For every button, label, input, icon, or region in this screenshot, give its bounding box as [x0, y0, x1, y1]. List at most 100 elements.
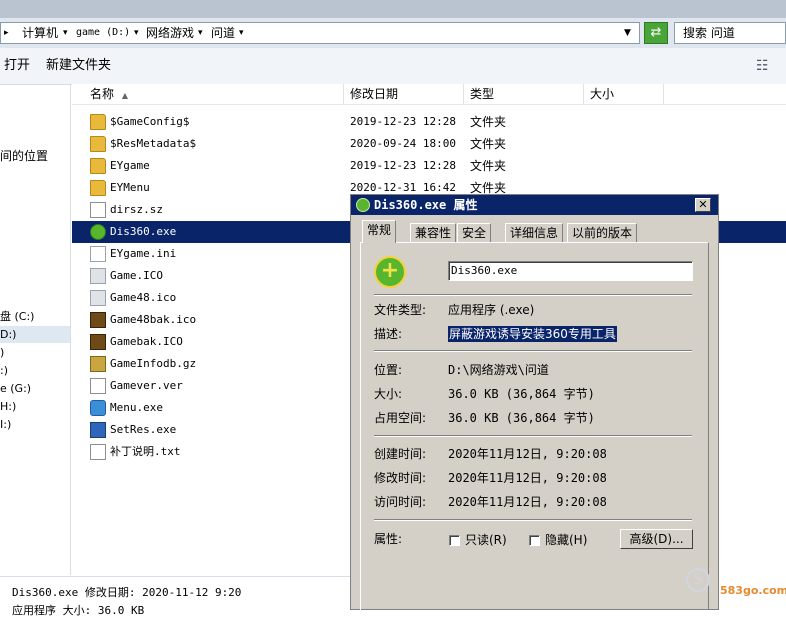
file-name: Game48bak.ico [110, 313, 197, 326]
open-button[interactable]: 打开 [4, 58, 30, 74]
address-dropdown-icon[interactable]: ▼ [624, 24, 631, 42]
file-date: 2020-09-24 18:00 [350, 137, 456, 150]
column-header-name[interactable]: 名称 ▲ [84, 84, 344, 104]
document-icon [90, 202, 106, 218]
nav-item-drive-g[interactable]: e (G:) [0, 381, 31, 397]
file-row[interactable]: $GameConfig$ 2019-12-23 12:28 文件夹 [72, 111, 786, 133]
breadcrumb-arrow-icon[interactable]: ▸ [4, 24, 9, 42]
tab-general[interactable]: 常规 [362, 220, 397, 243]
refresh-button[interactable]: ⇄ [644, 22, 668, 44]
app-360-icon [90, 224, 106, 240]
hidden-label[interactable]: 隐藏(H) [545, 532, 587, 548]
folder-icon [90, 180, 106, 196]
location-value: D:\网络游戏\问道 [448, 363, 549, 377]
file-type: 文件夹 [470, 115, 507, 129]
app-icon [90, 400, 106, 416]
document-icon [90, 378, 106, 394]
nav-item-drive-d[interactable]: D:) [0, 327, 16, 343]
breadcrumb-computer[interactable]: 计算机 [22, 24, 58, 42]
file-name: GameInfodb.gz [110, 357, 197, 370]
tab-details[interactable]: 详细信息 [505, 223, 564, 242]
file-name-field[interactable]: Dis360.exe [448, 261, 693, 281]
accessed-value: 2020年11月12日, 9:20:08 [448, 495, 607, 509]
description-label: 描述: [374, 327, 403, 341]
file-row[interactable]: $ResMetadata$ 2020-09-24 18:00 文件夹 [72, 133, 786, 155]
image-file-icon [90, 334, 106, 350]
folder-icon [90, 158, 106, 174]
breadcrumb-folder[interactable]: 网络游戏 [146, 24, 194, 42]
description-value[interactable]: 屏蔽游戏诱导安装360专用工具 [448, 326, 617, 342]
nav-item-drive-h[interactable]: H:) [0, 399, 16, 415]
breadcrumb-arrow-icon[interactable]: ▾ [63, 24, 68, 42]
icon-file-icon [90, 290, 106, 306]
column-type-label: 类型 [470, 87, 495, 101]
breadcrumb-current[interactable]: 问道 [211, 24, 235, 42]
app-icon [90, 422, 106, 438]
close-button[interactable]: ✕ [695, 198, 711, 212]
breadcrumb-arrow-icon[interactable]: ▾ [134, 24, 139, 42]
column-header-type[interactable]: 类型 [464, 84, 584, 104]
file-name: SetRes.exe [110, 423, 177, 436]
image-file-icon [90, 312, 106, 328]
location-label: 位置: [374, 363, 403, 377]
file-name: EYgame.ini [110, 247, 177, 260]
breadcrumb-arrow-icon[interactable]: ▾ [239, 24, 244, 42]
file-name: Dis360.exe [110, 225, 177, 238]
file-name: $ResMetadata$ [110, 137, 197, 150]
search-input[interactable]: 搜索 问道 [674, 22, 786, 44]
file-type: 文件夹 [470, 137, 507, 151]
nav-item-drive-f[interactable]: :) [0, 363, 8, 379]
file-name: Game48.ico [110, 291, 177, 304]
column-name-label: 名称 [90, 87, 115, 101]
tab-compatibility[interactable]: 兼容性 [410, 223, 457, 242]
file-name: 补丁说明.txt [110, 445, 181, 458]
breadcrumb-drive[interactable]: game (D:) [76, 24, 130, 42]
created-label: 创建时间: [374, 447, 427, 461]
column-size-label: 大小 [590, 87, 615, 101]
accessed-label: 访问时间: [374, 495, 427, 509]
watermark-text: 583go.com [720, 584, 786, 597]
file-type-label: 文件类型: [374, 303, 427, 317]
divider [374, 519, 692, 521]
readonly-label[interactable]: 只读(R) [465, 532, 507, 548]
refresh-icon: ⇄ [650, 25, 662, 40]
size-value: 36.0 KB (36,864 字节) [448, 387, 595, 401]
size-on-disk-value: 36.0 KB (36,864 字节) [448, 411, 595, 425]
column-header-date[interactable]: 修改日期 [344, 84, 464, 104]
breadcrumb-arrow-icon[interactable]: ▾ [198, 24, 203, 42]
file-name: Game.ICO [110, 269, 163, 282]
close-icon: ✕ [698, 198, 708, 211]
nav-item-drive-c[interactable]: 盘 (C:) [0, 309, 34, 325]
app-360-icon: + [374, 256, 406, 288]
created-value: 2020年11月12日, 9:20:08 [448, 447, 607, 461]
divider [374, 294, 692, 296]
icon-file-icon [90, 268, 106, 284]
details-summary: Dis360.exe 修改日期: 2020-11-12 9:20 [12, 586, 242, 599]
divider [374, 350, 692, 352]
file-name: Gamever.ver [110, 379, 183, 392]
tab-previous-versions[interactable]: 以前的版本 [567, 223, 638, 242]
view-options-icon[interactable]: ☷ [756, 58, 769, 74]
file-date: 2019-12-23 12:28 [350, 115, 456, 128]
command-bar [0, 48, 786, 85]
readonly-checkbox[interactable] [449, 535, 460, 546]
sort-ascending-icon: ▲ [121, 91, 128, 100]
advanced-button[interactable]: 高级(D)... [620, 529, 693, 549]
column-header-size[interactable]: 大小 [584, 84, 664, 104]
tab-security[interactable]: 安全 [457, 223, 492, 242]
nav-item-drive-e[interactable]: ) [0, 345, 4, 361]
column-date-label: 修改日期 [350, 87, 399, 101]
file-name: Menu.exe [110, 401, 163, 414]
details-summary-2: 应用程序 大小: 36.0 KB [12, 604, 145, 617]
folder-icon [90, 114, 106, 130]
file-row[interactable]: EYgame 2019-12-23 12:28 文件夹 [72, 155, 786, 177]
hidden-checkbox[interactable] [529, 535, 540, 546]
modified-label: 修改时间: [374, 471, 427, 485]
new-folder-button[interactable]: 新建文件夹 [46, 58, 111, 74]
size-on-disk-label: 占用空间: [374, 411, 427, 425]
config-file-icon [90, 246, 106, 262]
text-file-icon [90, 444, 106, 460]
nav-item-drive-i[interactable]: I:) [0, 417, 11, 433]
nav-item-recent-places[interactable]: 间的位置 [0, 148, 48, 164]
tab-panel-general [360, 242, 709, 610]
